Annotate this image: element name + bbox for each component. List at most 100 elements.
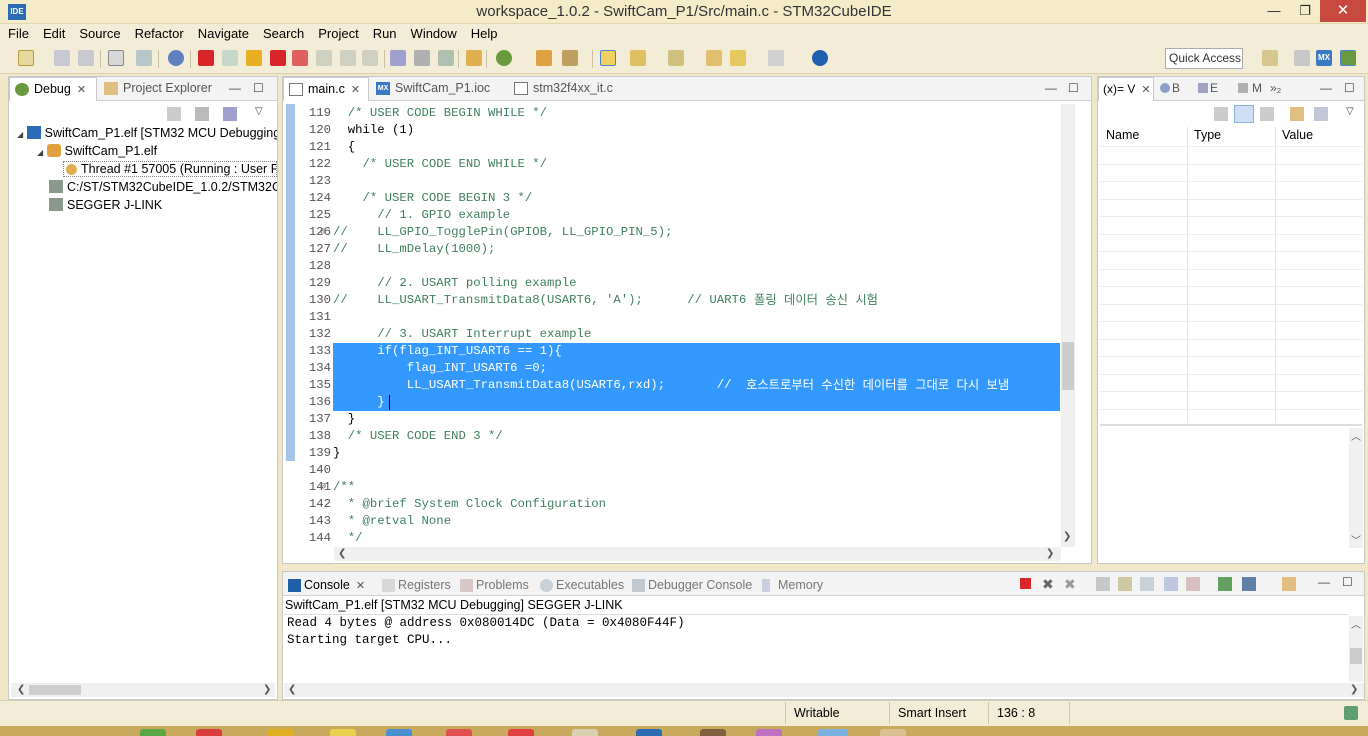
- tree-item-launch[interactable]: ◢ SwiftCam_P1.elf [STM32 MCU Debugging]: [17, 126, 277, 140]
- code-line[interactable]: 134 flag_INT_USART6 =0;: [284, 360, 1060, 377]
- tree-item-target[interactable]: ◢ SwiftCam_P1.elf: [37, 144, 157, 158]
- step-into-icon[interactable]: [316, 50, 332, 66]
- close-icon[interactable]: ✕: [77, 84, 86, 96]
- build-icon[interactable]: [108, 50, 124, 66]
- scroll-left-icon[interactable]: ❮: [338, 548, 346, 559]
- debug-icon[interactable]: [496, 50, 512, 66]
- mx-perspective-icon[interactable]: MX: [1316, 50, 1332, 66]
- remove-all-icon[interactable]: [195, 107, 209, 121]
- new-icon[interactable]: [18, 50, 34, 66]
- scroll-down-icon[interactable]: ❯: [1063, 531, 1071, 542]
- hand-icon[interactable]: [466, 50, 482, 66]
- menu-window[interactable]: Window: [403, 24, 463, 41]
- taskbar-app-icon[interactable]: [386, 729, 412, 736]
- tab-modules[interactable]: M: [1238, 77, 1262, 101]
- tab-problems[interactable]: Problems: [458, 575, 529, 597]
- code-line[interactable]: 139}: [284, 445, 1060, 462]
- debug-perspective-icon[interactable]: [1340, 50, 1356, 66]
- minimize-view-icon[interactable]: —: [229, 81, 241, 95]
- console-vscrollbar[interactable]: ︿: [1349, 616, 1363, 682]
- maximize-view-icon[interactable]: ☐: [1342, 575, 1353, 589]
- remove-global-variables-icon[interactable]: [1314, 107, 1328, 121]
- tab-breakpoints[interactable]: B: [1160, 77, 1180, 101]
- tab-variables[interactable]: (x)= V ✕: [1098, 77, 1154, 101]
- display-selected-console-icon[interactable]: [1242, 577, 1256, 591]
- code-line[interactable]: 126 ⊖// LL_GPIO_TogglePin(GPIOB, LL_GPIO_…: [284, 224, 1060, 241]
- minimize-view-icon[interactable]: —: [1045, 81, 1057, 95]
- restart-icon[interactable]: [438, 50, 454, 66]
- tab-expressions[interactable]: E: [1198, 77, 1218, 101]
- show-on-output-icon[interactable]: [1164, 577, 1178, 591]
- column-value[interactable]: Value: [1282, 128, 1313, 142]
- remove-launch-icon[interactable]: [167, 107, 181, 121]
- close-icon[interactable]: ✕: [351, 84, 360, 96]
- code-line[interactable]: 136 }: [284, 394, 1060, 411]
- save-all-icon[interactable]: [78, 50, 94, 66]
- step-return-icon[interactable]: [136, 50, 152, 66]
- menu-edit[interactable]: Edit: [35, 24, 71, 41]
- tab-memory[interactable]: Memory: [760, 575, 823, 597]
- code-line[interactable]: 132 // 3. USART Interrupt example: [284, 326, 1060, 343]
- word-wrap-icon[interactable]: [1140, 577, 1154, 591]
- remove-all-terminated-icon[interactable]: ✖: [1064, 576, 1076, 593]
- forward-icon[interactable]: [768, 50, 784, 66]
- taskbar-app-icon[interactable]: [880, 729, 906, 736]
- taskbar-app-icon[interactable]: [330, 729, 356, 736]
- menu-file[interactable]: File: [0, 24, 35, 41]
- code-line[interactable]: 120 while (1): [284, 122, 1060, 139]
- instruction-step-icon[interactable]: [390, 50, 406, 66]
- column-name[interactable]: Name: [1106, 128, 1139, 142]
- scroll-left-icon[interactable]: ❮: [17, 684, 25, 695]
- column-type[interactable]: Type: [1194, 128, 1221, 142]
- menu-run[interactable]: Run: [365, 24, 403, 41]
- code-line[interactable]: 121 {: [284, 139, 1060, 156]
- toggle-mark-occurrences-icon[interactable]: [600, 50, 616, 66]
- taskbar-app-icon[interactable]: [140, 729, 166, 736]
- code-line[interactable]: 140: [284, 462, 1060, 479]
- taskbar-app-icon[interactable]: [268, 729, 294, 736]
- scroll-down-icon[interactable]: ﹀: [1351, 532, 1361, 547]
- tab-main-c[interactable]: main.c ✕: [283, 77, 369, 101]
- scroll-lock-icon[interactable]: [1118, 577, 1132, 591]
- restore-button[interactable]: ❐: [1290, 0, 1320, 22]
- tree-item-jlink[interactable]: SEGGER J-LINK: [49, 198, 162, 212]
- taskbar-app-icon[interactable]: [818, 729, 848, 736]
- skip-breakpoints-icon[interactable]: [168, 50, 184, 66]
- previous-annotation-icon[interactable]: [668, 50, 684, 66]
- editor-vscrollbar[interactable]: ❯: [1061, 104, 1075, 547]
- tab-registers[interactable]: Registers: [380, 575, 451, 597]
- tab-ioc[interactable]: MX SwiftCam_P1.ioc: [371, 77, 501, 101]
- code-line[interactable]: 119 /* USER CODE BEGIN WHILE */: [284, 105, 1060, 122]
- variables-detail-vscrollbar[interactable]: ︿ ﹀: [1349, 428, 1363, 548]
- taskbar-app-icon[interactable]: [636, 729, 662, 736]
- view-menu-icon[interactable]: ▽: [1346, 106, 1354, 117]
- maximize-view-icon[interactable]: ☐: [1068, 81, 1079, 95]
- taskbar-app-icon[interactable]: [756, 729, 782, 736]
- code-line[interactable]: 125 // 1. GPIO example: [284, 207, 1060, 224]
- step-out-icon[interactable]: [362, 50, 378, 66]
- remove-launch-icon[interactable]: ✖: [1042, 576, 1054, 593]
- code-line[interactable]: 124 /* USER CODE BEGIN 3 */: [284, 190, 1060, 207]
- save-icon[interactable]: [54, 50, 70, 66]
- info-icon[interactable]: [812, 50, 828, 66]
- scroll-right-icon[interactable]: ❯: [1350, 684, 1358, 695]
- collapse-all-icon[interactable]: [1260, 107, 1274, 121]
- maximize-view-icon[interactable]: ☐: [253, 81, 264, 95]
- code-line[interactable]: 123: [284, 173, 1060, 190]
- code-line[interactable]: 142 * @brief System Clock Configuration: [284, 496, 1060, 513]
- suspend-icon[interactable]: [246, 50, 262, 66]
- close-icon[interactable]: ✕: [356, 580, 365, 592]
- close-button[interactable]: ✕: [1320, 0, 1366, 22]
- code-line[interactable]: 127// LL_mDelay(1000);: [284, 241, 1060, 258]
- close-icon[interactable]: ✕: [1141, 84, 1150, 96]
- show-logical-structure-icon[interactable]: [1234, 105, 1254, 123]
- menu-source[interactable]: Source: [71, 24, 126, 41]
- cpp-perspective-icon[interactable]: [1294, 50, 1310, 66]
- run-icon[interactable]: [536, 50, 552, 66]
- terminate-icon[interactable]: [1020, 578, 1031, 589]
- scroll-thumb[interactable]: [1350, 648, 1362, 664]
- code-line[interactable]: 144 */: [284, 530, 1060, 547]
- minimize-view-icon[interactable]: —: [1320, 81, 1332, 95]
- taskbar-app-icon[interactable]: [572, 729, 598, 736]
- use-step-filters-icon[interactable]: [414, 50, 430, 66]
